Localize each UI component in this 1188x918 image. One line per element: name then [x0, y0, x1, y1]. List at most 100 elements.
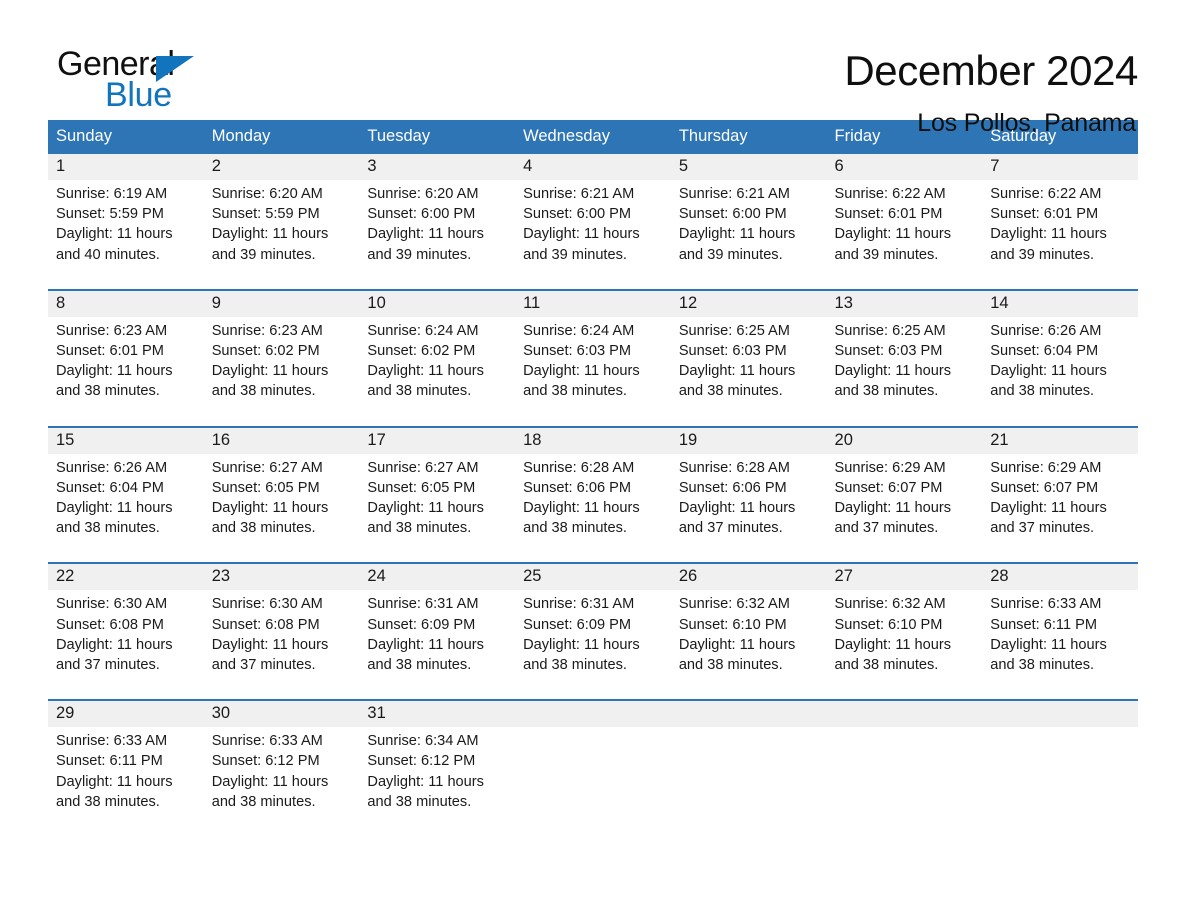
day-cell[interactable]: Sunrise: 6:25 AM Sunset: 6:03 PM Dayligh… [670, 316, 827, 410]
day-cell[interactable]: Sunrise: 6:27 AM Sunset: 6:05 PM Dayligh… [359, 453, 516, 547]
daylight-text-line2: and 39 minutes. [211, 246, 316, 263]
sunset-text: Sunset: 6:03 PM [834, 343, 943, 360]
day-cell[interactable]: Sunrise: 6:30 AM Sunset: 6:08 PM Dayligh… [203, 590, 360, 684]
day-number[interactable]: 30 [203, 699, 360, 728]
day-cell[interactable]: Sunrise: 6:21 AM Sunset: 6:00 PM Dayligh… [515, 180, 671, 273]
day-number[interactable]: 14 [982, 288, 1138, 317]
day-cell[interactable]: Sunrise: 6:31 AM Sunset: 6:09 PM Dayligh… [515, 590, 671, 684]
day-cell[interactable]: Sunrise: 6:32 AM Sunset: 6:10 PM Dayligh… [826, 590, 983, 684]
day-number-empty [670, 699, 827, 728]
day-cell-empty [670, 727, 827, 821]
day-cell[interactable]: Sunrise: 6:28 AM Sunset: 6:06 PM Dayligh… [670, 453, 827, 547]
day-cell[interactable]: Sunrise: 6:26 AM Sunset: 6:04 PM Dayligh… [48, 453, 204, 547]
day-cell-empty [515, 727, 671, 821]
daylight-text-line1: Daylight: 11 hours [56, 636, 173, 653]
daylight-text-line2: and 38 minutes. [367, 383, 472, 400]
day-cell[interactable]: Sunrise: 6:33 AM Sunset: 6:12 PM Dayligh… [203, 727, 360, 821]
day-cell[interactable]: Sunrise: 6:31 AM Sunset: 6:09 PM Dayligh… [359, 590, 516, 684]
daylight-text-line1: Daylight: 11 hours [56, 500, 173, 517]
day-cell[interactable]: Sunrise: 6:25 AM Sunset: 6:03 PM Dayligh… [826, 316, 983, 410]
daylight-text-line2: and 39 minutes. [367, 246, 472, 263]
daylight-text-line2: and 38 minutes. [523, 520, 627, 537]
day-number[interactable]: 11 [515, 288, 671, 317]
day-cell[interactable]: Sunrise: 6:24 AM Sunset: 6:02 PM Dayligh… [359, 316, 516, 410]
day-cell[interactable]: Sunrise: 6:34 AM Sunset: 6:12 PM Dayligh… [359, 727, 516, 821]
week-row-daynums: 29 30 31 [48, 699, 1138, 728]
day-number[interactable]: 4 [515, 154, 671, 180]
day-cell[interactable]: Sunrise: 6:29 AM Sunset: 6:07 PM Dayligh… [982, 453, 1138, 547]
day-cell[interactable]: Sunrise: 6:20 AM Sunset: 5:59 PM Dayligh… [203, 180, 360, 273]
sunset-text: Sunset: 6:01 PM [834, 206, 943, 223]
day-cell[interactable]: Sunrise: 6:32 AM Sunset: 6:10 PM Dayligh… [670, 590, 827, 684]
week-separator-cell [48, 683, 1138, 701]
day-cell[interactable]: Sunrise: 6:28 AM Sunset: 6:06 PM Dayligh… [515, 453, 671, 547]
day-number[interactable]: 2 [203, 154, 360, 180]
day-cell[interactable]: Sunrise: 6:26 AM Sunset: 6:04 PM Dayligh… [982, 316, 1138, 410]
sunrise-text: Sunrise: 6:33 AM [990, 596, 1102, 613]
day-number[interactable]: 15 [48, 425, 204, 454]
day-number[interactable]: 25 [515, 562, 671, 591]
day-number-empty [982, 699, 1138, 728]
day-number[interactable]: 13 [826, 288, 983, 317]
day-number[interactable]: 26 [670, 562, 827, 591]
day-number[interactable]: 27 [826, 562, 983, 591]
day-number[interactable]: 1 [48, 154, 204, 180]
daylight-text-line2: and 39 minutes. [834, 246, 939, 263]
sunset-text: Sunset: 6:00 PM [678, 206, 787, 223]
day-number[interactable]: 6 [826, 154, 983, 180]
daylight-text-line1: Daylight: 11 hours [367, 773, 484, 790]
daylight-text-line1: Daylight: 11 hours [678, 500, 796, 517]
day-number[interactable]: 5 [670, 154, 827, 180]
week-separator-cell [48, 409, 1138, 427]
daylight-text-line1: Daylight: 11 hours [211, 500, 329, 517]
week-separator [48, 272, 1138, 290]
general-blue-logo[interactable]: General Blue [57, 44, 257, 118]
day-cell[interactable]: Sunrise: 6:21 AM Sunset: 6:00 PM Dayligh… [670, 180, 827, 273]
daylight-text-line1: Daylight: 11 hours [56, 226, 173, 243]
sunrise-text: Sunrise: 6:28 AM [678, 459, 790, 476]
day-cell[interactable]: Sunrise: 6:27 AM Sunset: 6:05 PM Dayligh… [203, 453, 360, 547]
daylight-text-line1: Daylight: 11 hours [523, 500, 640, 517]
daylight-text-line2: and 38 minutes. [211, 793, 316, 810]
day-number[interactable]: 3 [359, 154, 516, 180]
day-cell[interactable]: Sunrise: 6:23 AM Sunset: 6:02 PM Dayligh… [203, 316, 360, 410]
day-cell[interactable]: Sunrise: 6:30 AM Sunset: 6:08 PM Dayligh… [48, 590, 204, 684]
day-number[interactable]: 23 [203, 562, 360, 591]
day-cell[interactable]: Sunrise: 6:19 AM Sunset: 5:59 PM Dayligh… [48, 180, 204, 273]
day-number[interactable]: 20 [826, 425, 983, 454]
day-cell[interactable]: Sunrise: 6:29 AM Sunset: 6:07 PM Dayligh… [826, 453, 983, 547]
day-number[interactable]: 16 [203, 425, 360, 454]
day-cell[interactable]: Sunrise: 6:33 AM Sunset: 6:11 PM Dayligh… [48, 727, 204, 821]
daylight-text-line2: and 37 minutes. [211, 657, 316, 674]
sunrise-text: Sunrise: 6:24 AM [367, 322, 479, 339]
week-separator [48, 546, 1138, 564]
daylight-text-line2: and 39 minutes. [678, 246, 783, 263]
week-row-details: Sunrise: 6:19 AM Sunset: 5:59 PM Dayligh… [48, 180, 1138, 273]
day-cell[interactable]: Sunrise: 6:23 AM Sunset: 6:01 PM Dayligh… [48, 316, 204, 410]
day-number[interactable]: 12 [670, 288, 827, 317]
day-number[interactable]: 31 [359, 699, 516, 728]
day-number[interactable]: 24 [359, 562, 516, 591]
day-number[interactable]: 29 [48, 699, 204, 728]
day-number[interactable]: 10 [359, 288, 516, 317]
day-cell[interactable]: Sunrise: 6:24 AM Sunset: 6:03 PM Dayligh… [515, 316, 671, 410]
daylight-text-line1: Daylight: 11 hours [523, 226, 640, 243]
day-number[interactable]: 21 [982, 425, 1138, 454]
day-number[interactable]: 22 [48, 562, 204, 591]
day-cell[interactable]: Sunrise: 6:20 AM Sunset: 6:00 PM Dayligh… [359, 180, 516, 273]
day-cell[interactable]: Sunrise: 6:22 AM Sunset: 6:01 PM Dayligh… [982, 180, 1138, 273]
sunrise-text: Sunrise: 6:30 AM [56, 596, 168, 613]
day-cell[interactable]: Sunrise: 6:22 AM Sunset: 6:01 PM Dayligh… [826, 180, 983, 273]
day-number[interactable]: 28 [982, 562, 1138, 591]
day-number[interactable]: 17 [359, 425, 516, 454]
day-cell[interactable]: Sunrise: 6:33 AM Sunset: 6:11 PM Dayligh… [982, 590, 1138, 684]
daylight-text-line2: and 38 minutes. [211, 520, 316, 537]
day-number[interactable]: 8 [48, 288, 204, 317]
sunset-text: Sunset: 6:08 PM [56, 616, 164, 633]
day-number[interactable]: 18 [515, 425, 671, 454]
day-number[interactable]: 7 [982, 154, 1138, 180]
sunset-text: Sunset: 6:05 PM [367, 479, 476, 496]
day-number[interactable]: 9 [203, 288, 360, 317]
sunrise-text: Sunrise: 6:25 AM [678, 322, 790, 339]
day-number[interactable]: 19 [670, 425, 827, 454]
